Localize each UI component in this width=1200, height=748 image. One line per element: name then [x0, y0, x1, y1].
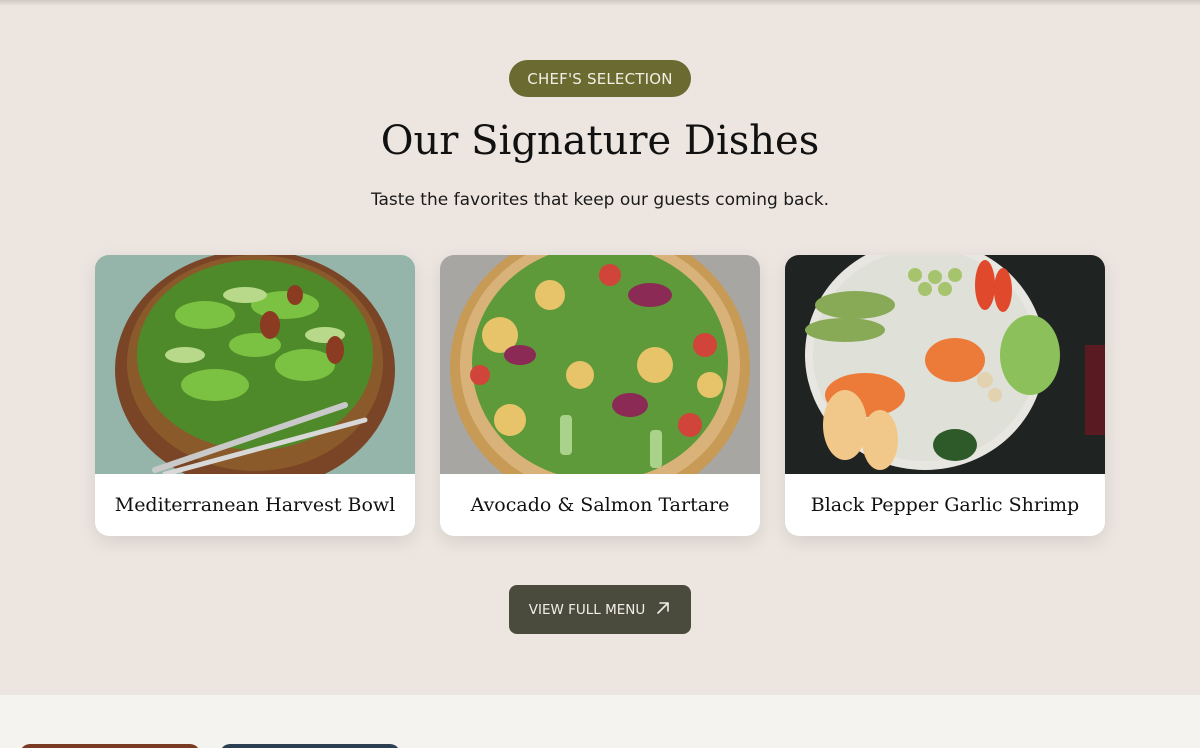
arrow-up-right-icon [655, 600, 671, 620]
next-section [0, 695, 1200, 748]
dish-name: Black Pepper Garlic Shrimp [810, 494, 1080, 516]
dish-card[interactable]: Avocado & Salmon Tartare [440, 255, 760, 536]
salad-bowl-image [95, 255, 415, 474]
dish-card[interactable]: Black Pepper Garlic Shrimp [785, 255, 1105, 536]
dish-name: Mediterranean Harvest Bowl [114, 494, 396, 516]
signature-dishes-section: CHEF'S SELECTION Our Signature Dishes Ta… [0, 0, 1200, 695]
salad-bowl-image [440, 255, 760, 474]
view-full-menu-label: VIEW FULL MENU [528, 601, 646, 618]
chef-selection-badge: CHEF'S SELECTION [509, 60, 691, 97]
dish-name: Avocado & Salmon Tartare [470, 494, 730, 516]
dish-card[interactable]: Mediterranean Harvest Bowl [95, 255, 415, 536]
gallery-thumbnail [220, 744, 400, 748]
section-title: Our Signature Dishes [380, 118, 820, 164]
view-full-menu-button[interactable]: VIEW FULL MENU [509, 585, 691, 634]
gallery-thumbnail [20, 744, 200, 748]
poke-bowl-image [785, 255, 1105, 474]
section-subtitle: Taste the favorites that keep our guests… [370, 190, 830, 210]
